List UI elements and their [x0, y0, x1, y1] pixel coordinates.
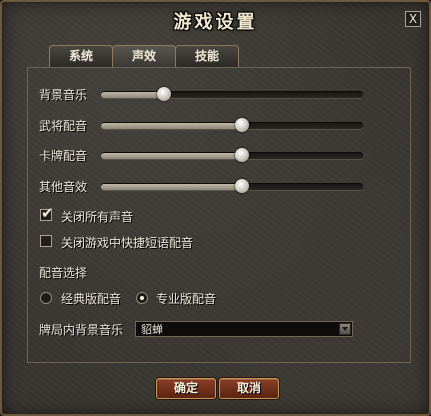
settings-dialog: 游戏设置 X 系统 声效 技能 背景音乐 武将配音 卡牌配音 其他音效 ✔ 关闭…	[0, 0, 431, 416]
bgm-volume-label: 背景音乐	[39, 88, 88, 102]
in-game-bgm-value: 貂蝉	[141, 323, 163, 336]
classic-voice-radio[interactable]	[40, 292, 52, 304]
close-button[interactable]: X	[405, 11, 421, 27]
slider-fill	[101, 184, 243, 190]
other-sfx-label: 其他音效	[39, 180, 88, 194]
tab-system[interactable]: 系统	[49, 45, 113, 67]
radio-dot	[140, 296, 144, 300]
slider-fill	[101, 123, 243, 129]
other-sfx-slider[interactable]	[101, 179, 363, 193]
close-icon: X	[408, 12, 418, 26]
hero-voice-label: 武将配音	[39, 119, 88, 133]
slider-knob[interactable]	[156, 87, 171, 101]
pro-voice-label: 专业版配音	[156, 292, 217, 306]
mute-quick-phrase-checkbox[interactable]	[40, 235, 52, 247]
tab-sound[interactable]: 声效	[112, 45, 176, 68]
pro-voice-radio[interactable]	[136, 292, 148, 304]
cancel-button[interactable]: 取消	[219, 378, 279, 399]
slider-knob[interactable]	[235, 148, 250, 162]
card-voice-label: 卡牌配音	[39, 149, 88, 163]
tab-skills[interactable]: 技能	[175, 45, 239, 67]
checkmark-icon: ✔	[41, 204, 54, 222]
slider-fill	[101, 153, 243, 159]
slider-knob[interactable]	[235, 118, 250, 132]
slider-knob[interactable]	[235, 179, 250, 193]
in-game-bgm-label: 牌局内背景音乐	[39, 323, 124, 337]
dialog-title: 游戏设置	[173, 12, 258, 33]
card-voice-slider[interactable]	[101, 148, 363, 162]
in-game-bgm-select[interactable]: 貂蝉	[135, 321, 353, 337]
voice-select-heading: 配音选择	[39, 266, 88, 280]
bgm-volume-slider[interactable]	[101, 87, 363, 101]
mute-quick-phrase-label: 关闭游戏中快捷短语配音	[61, 236, 194, 250]
mute-all-checkbox[interactable]: ✔	[40, 204, 54, 222]
confirm-button[interactable]: 确定	[156, 378, 216, 399]
chevron-down-icon[interactable]	[339, 323, 351, 335]
hero-voice-slider[interactable]	[101, 118, 363, 132]
title-bar: 游戏设置 X	[2, 2, 429, 38]
mute-all-label: 关闭所有声音	[61, 210, 134, 224]
slider-fill	[101, 92, 164, 98]
classic-voice-label: 经典版配音	[61, 292, 122, 306]
